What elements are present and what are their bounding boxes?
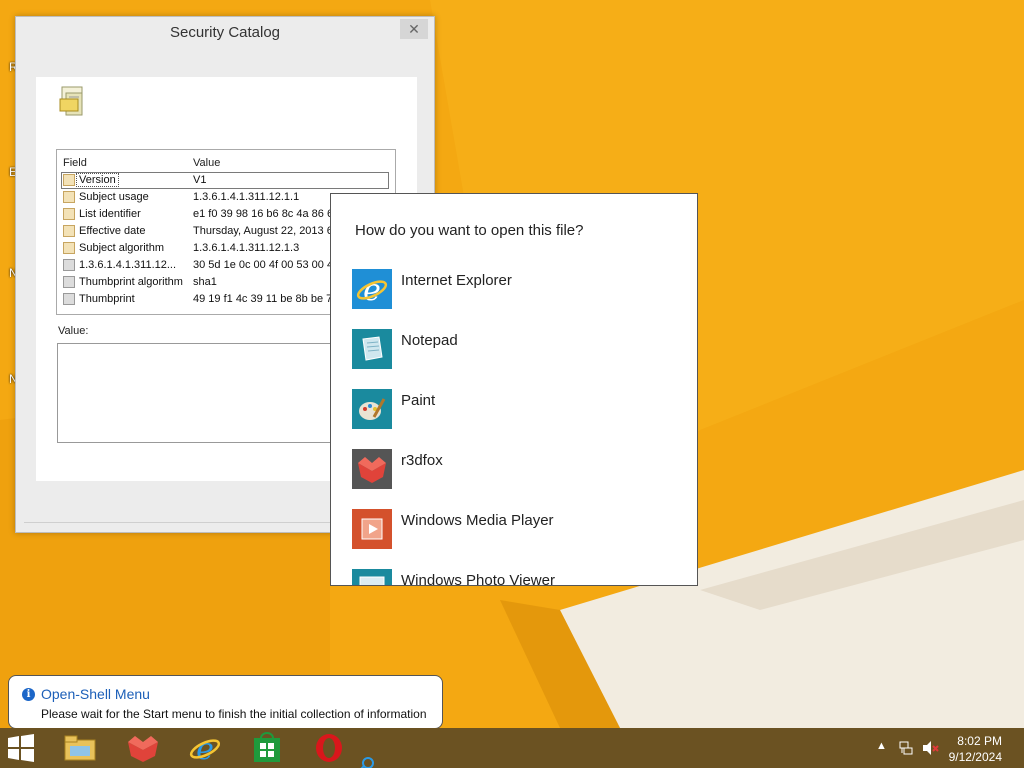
app-name: Paint <box>401 392 436 409</box>
dialog-prompt: How do you want to open this file? <box>355 222 584 239</box>
opera-icon[interactable] <box>311 732 347 764</box>
volume-muted-icon[interactable] <box>921 740 939 756</box>
internet-explorer-icon: e <box>352 269 392 309</box>
catalog-file-icon <box>59 86 83 116</box>
field-value: V1 <box>193 174 207 186</box>
field-icon <box>63 191 75 203</box>
field-name: Effective date <box>79 225 146 237</box>
field-value: 1.3.6.1.4.1.311.12.1.3 <box>193 242 300 254</box>
taskbar: e ▲ 8:02 PM 9/12/2024 <box>0 728 1024 768</box>
field-icon <box>63 293 75 305</box>
system-clock[interactable]: 8:02 PM 9/12/2024 <box>949 733 1002 765</box>
field-value: sha1 <box>193 276 217 288</box>
open-shell-notification[interactable]: i Open-Shell Menu Please wait for the St… <box>8 675 443 729</box>
clock-time: 8:02 PM <box>957 734 1002 748</box>
notification-message: Please wait for the Start menu to finish… <box>41 707 427 721</box>
app-option-paint[interactable]: Paint <box>352 389 672 433</box>
internet-explorer-icon[interactable]: e <box>187 732 223 764</box>
show-hidden-icons-icon[interactable]: ▲ <box>876 740 887 752</box>
extension-icon <box>63 259 75 271</box>
field-name: Thumbprint algorithm <box>79 276 183 288</box>
field-value: e1 f0 39 98 16 b6 8c 4a 86 6 <box>193 208 334 220</box>
field-value: 1.3.6.1.4.1.311.12.1.1 <box>193 191 300 203</box>
column-header-value[interactable]: Value <box>193 157 220 169</box>
field-name: Version <box>76 173 119 187</box>
field-name: 1.3.6.1.4.1.311.12... <box>79 259 177 271</box>
field-icon <box>63 225 75 237</box>
field-name: Subject usage <box>79 191 149 203</box>
table-header: Field Value <box>57 150 395 172</box>
app-option-windows-photo-viewer[interactable]: Windows Photo Viewer <box>352 569 672 586</box>
field-name: Thumbprint <box>79 293 135 305</box>
svg-text:e: e <box>363 273 381 308</box>
svg-text:e: e <box>196 732 214 764</box>
store-icon[interactable] <box>249 732 285 764</box>
field-icon <box>63 174 75 186</box>
app-name: Internet Explorer <box>401 272 512 289</box>
network-icon[interactable] <box>898 740 914 756</box>
field-value: 30 5d 1e 0c 00 4f 00 53 00 4 <box>193 259 334 271</box>
start-button[interactable] <box>6 734 36 762</box>
field-icon <box>63 276 75 288</box>
field-icon <box>63 242 75 254</box>
app-name: r3dfox <box>401 452 443 469</box>
r3dfox-icon[interactable] <box>125 732 161 764</box>
field-name: Subject algorithm <box>79 242 164 254</box>
window-title: Security Catalog <box>169 24 281 41</box>
close-button[interactable]: ✕ <box>400 19 428 39</box>
clock-date: 9/12/2024 <box>948 750 1002 764</box>
paint-icon <box>352 389 392 429</box>
column-header-field[interactable]: Field <box>63 157 87 169</box>
r3dfox-icon <box>352 449 392 489</box>
info-icon: i <box>22 688 35 701</box>
photo-viewer-icon <box>352 569 392 585</box>
open-with-dialog: How do you want to open this file? e Int… <box>330 193 698 586</box>
notepad-icon <box>352 329 392 369</box>
app-option-r3dfox[interactable]: r3dfox <box>352 449 672 493</box>
app-name: Notepad <box>401 332 458 349</box>
app-option-windows-media-player[interactable]: Windows Media Player <box>352 509 672 553</box>
search-icon[interactable] <box>356 754 378 768</box>
app-option-internet-explorer[interactable]: e Internet Explorer <box>352 269 672 313</box>
notification-title: Open-Shell Menu <box>41 686 150 702</box>
app-name: Windows Photo Viewer <box>401 572 555 586</box>
table-row[interactable]: Version V1 <box>57 172 395 189</box>
field-name: List identifier <box>79 208 141 220</box>
app-name: Windows Media Player <box>401 512 554 529</box>
media-player-icon <box>352 509 392 549</box>
value-label: Value: <box>58 325 89 337</box>
field-value: Thursday, August 22, 2013 6 <box>193 225 333 237</box>
field-value: 49 19 f1 4c 39 11 be 8b be 7 <box>193 293 333 305</box>
app-option-notepad[interactable]: Notepad <box>352 329 672 373</box>
file-explorer-icon[interactable] <box>62 732 98 764</box>
field-icon <box>63 208 75 220</box>
